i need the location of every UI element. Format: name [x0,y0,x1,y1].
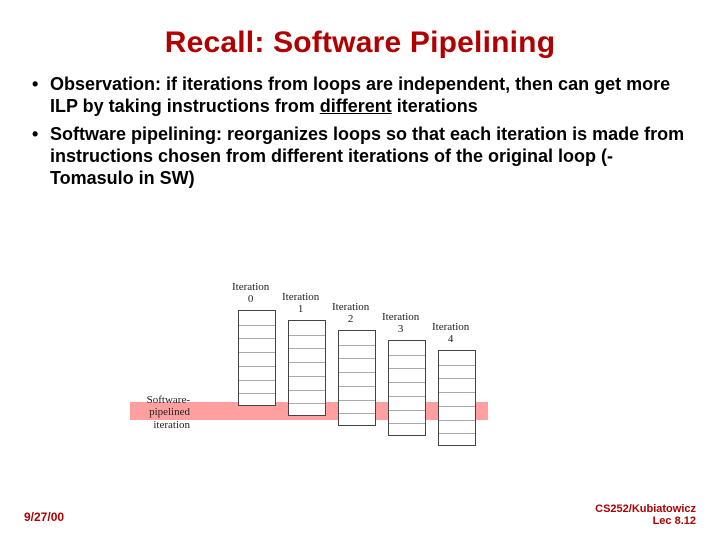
iteration-box [238,310,276,406]
pipeline-diagram: Software-pipelinediteration Iteration0It… [130,290,590,475]
iteration-label: Iteration4 [432,322,469,345]
bullet-text-post: iterations [392,96,478,116]
footer-course: CS252/Kubiatowicz Lec 8.12 [595,503,696,528]
iteration-label: Iteration1 [282,292,319,315]
iteration-label: Iteration3 [382,312,419,335]
footer-date: 9/27/00 [24,510,64,524]
iteration-box [288,320,326,416]
footer-course-line1: CS252/Kubiatowicz [595,503,696,515]
iteration-label: Iteration2 [332,302,369,325]
footer-course-line2: Lec 8.12 [653,515,696,527]
bullet-item: Observation: if iterations from loops ar… [32,74,688,118]
iteration-box [438,350,476,446]
bullet-text-underline: different [320,96,392,116]
iteration-label: Iteration0 [232,282,269,305]
bullet-list: Observation: if iterations from loops ar… [32,74,688,190]
slide-title: Recall: Software Pipelining [32,26,688,60]
software-pipelined-label: Software-pipelinediteration [130,394,190,431]
bullet-item: Software pipelining: reorganizes loops s… [32,124,688,190]
bullet-text-pre: Software pipelining: reorganizes loops s… [50,124,684,188]
slide: Recall: Software Pipelining Observation:… [0,0,720,540]
iteration-box [388,340,426,436]
iteration-box [338,330,376,426]
